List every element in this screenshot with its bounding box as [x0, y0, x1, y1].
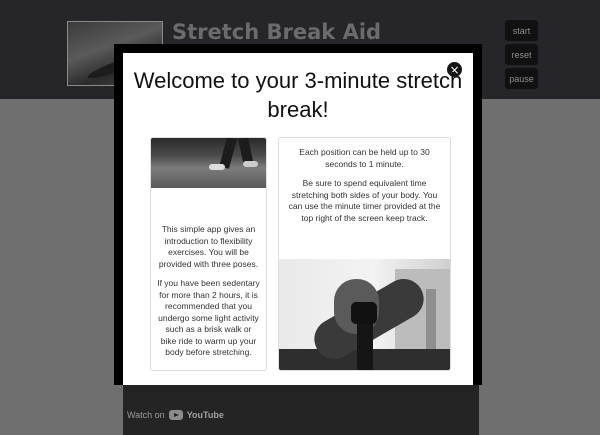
youtube-label: YouTube	[186, 410, 224, 420]
app-title: Stretch Break Aid	[172, 20, 382, 44]
both-sides-text: Be sure to spend equivalent time stretch…	[288, 178, 441, 223]
instructions-card: Each position can be held up to 30 secon…	[278, 137, 451, 371]
grass-walking-image	[151, 138, 266, 188]
start-button[interactable]: start	[505, 20, 538, 41]
wristwatch-image	[279, 259, 450, 370]
intro-card: This simple app gives an introduction to…	[150, 137, 267, 371]
hold-duration-text: Each position can be held up to 30 secon…	[299, 147, 430, 169]
pause-button[interactable]: pause	[505, 68, 538, 89]
reset-button[interactable]: reset	[505, 44, 538, 65]
watch-on-youtube-link[interactable]: Watch on YouTube	[127, 410, 224, 420]
youtube-icon	[168, 410, 183, 420]
watch-on-label: Watch on	[127, 410, 165, 420]
intro-text: This simple app gives an introduction to…	[158, 224, 259, 269]
modal-title: Welcome to your 3-minute stretch break!	[133, 68, 463, 122]
sedentary-text: If you have been sedentary for more than…	[157, 278, 260, 357]
